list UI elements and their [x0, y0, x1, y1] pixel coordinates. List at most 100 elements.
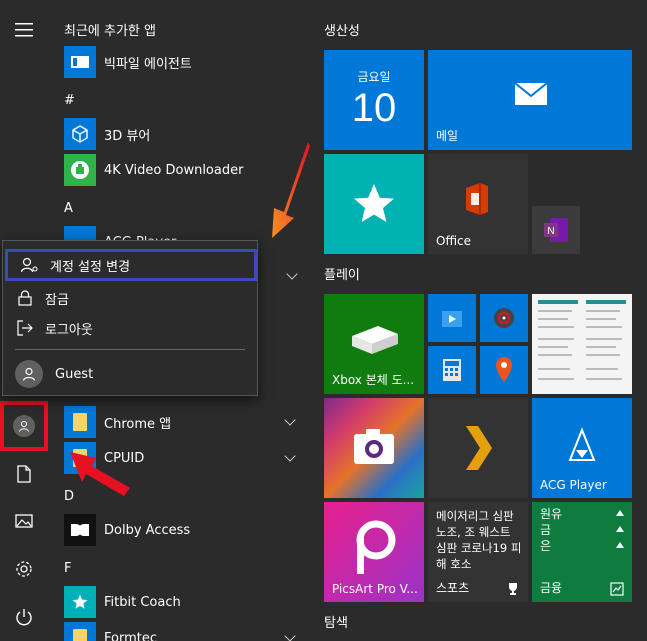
mail-icon — [514, 82, 548, 105]
map-pin-icon — [496, 357, 512, 382]
acg-player-tile[interactable]: ACG Player — [532, 398, 632, 498]
app-item-fitbit-coach[interactable]: Fitbit Coach — [64, 584, 304, 620]
folder-chrome-apps[interactable]: Chrome 앱 — [64, 404, 304, 440]
news-headline: 메이저리그 심판 노조, 조 웨스트 심판 코로나19 피해 호소 — [436, 509, 522, 571]
star-icon — [64, 586, 96, 618]
gear-icon — [16, 561, 32, 577]
group-title-play: 플레이 — [324, 268, 360, 283]
power-icon — [16, 609, 32, 626]
settings-button[interactable] — [0, 545, 48, 593]
calendar-day: 금요일 — [357, 70, 391, 84]
app-label: 빅파일 에이전트 — [104, 56, 192, 72]
camera-tile[interactable] — [324, 398, 424, 498]
account-menu: 계정 설정 변경 잠금 로그아웃 Guest — [2, 240, 258, 396]
triangle-up-icon — [616, 542, 624, 548]
finance-row: 은 — [540, 539, 552, 553]
onenote-tile[interactable]: N — [532, 206, 580, 254]
dolby-icon — [64, 514, 96, 546]
star-icon — [354, 184, 394, 222]
picture-icon — [15, 514, 33, 528]
finance-tile[interactable]: 원유 금 은 금융 — [532, 502, 632, 602]
triangle-up-icon — [616, 510, 624, 516]
documents-button[interactable] — [0, 450, 48, 498]
pictures-button[interactable] — [0, 497, 48, 545]
calendar-date: 10 — [351, 86, 397, 130]
lock-item[interactable]: 잠금 — [3, 283, 257, 313]
folder-icon — [64, 622, 96, 641]
app-label: 3D 뷰어 — [104, 128, 151, 144]
svg-text:N: N — [547, 226, 554, 237]
lock-icon — [15, 290, 35, 306]
group-title-productivity: 생산성 — [324, 24, 360, 39]
app-label: Fitbit Coach — [104, 594, 181, 610]
cube-icon — [64, 118, 96, 150]
onenote-icon: N — [544, 218, 568, 242]
triangle-up-icon — [616, 526, 624, 532]
section-header-f: F — [64, 561, 72, 576]
chevron-right-icon — [466, 426, 492, 470]
picsart-label: PicsArt Pro V... — [332, 582, 418, 596]
chart-icon — [610, 582, 624, 596]
lock-label: 잠금 — [45, 292, 69, 308]
section-header-hash: # — [64, 93, 75, 108]
guest-label: Guest — [55, 366, 94, 382]
sign-out-item[interactable]: 로그아웃 — [3, 313, 257, 343]
mail-tile[interactable]: 메일 — [428, 50, 632, 150]
guest-avatar-icon — [15, 360, 43, 388]
hamburger-icon — [15, 23, 33, 37]
annotation-arrow-icon — [70, 452, 130, 496]
chevron-down-icon — [284, 414, 296, 426]
movies-tile[interactable] — [428, 294, 476, 342]
section-header-a: A — [64, 201, 73, 216]
mail-label: 메일 — [436, 129, 459, 143]
finance-row: 금 — [540, 523, 552, 537]
news-tile[interactable]: 메이저리그 심판 노조, 조 웨스트 심판 코로나19 피해 호소 스포츠 — [428, 502, 528, 602]
tile-area: 생산성 금요일 10 메일 Office N 플레이 Xbox 본체 도... — [310, 0, 647, 641]
folder-formtec[interactable]: Formtec — [64, 620, 304, 641]
app-label: 4K Video Downloader — [104, 162, 244, 178]
xbox-label: Xbox 본체 도... — [332, 373, 415, 387]
hamburger-menu-button[interactable] — [0, 6, 48, 54]
menu-divider — [15, 349, 245, 350]
office-icon — [466, 183, 488, 215]
app-item-bigfile-agent[interactable]: 빅파일 에이전트 — [64, 44, 304, 80]
4k-downloader-icon — [64, 154, 96, 186]
document-icon — [17, 465, 31, 483]
user-gear-icon — [20, 257, 40, 273]
picsart-icon — [356, 520, 396, 574]
finance-row: 원유 — [540, 507, 563, 521]
picsart-tile[interactable]: PicsArt Pro V... — [324, 502, 424, 602]
app-label: Formtec — [104, 630, 157, 641]
plex-tile[interactable] — [428, 398, 528, 498]
sign-out-label: 로그아웃 — [45, 322, 93, 338]
groove-tile[interactable] — [480, 294, 528, 342]
music-disc-icon — [494, 308, 514, 328]
document-preview-tile[interactable] — [532, 294, 632, 394]
office-label: Office — [436, 234, 472, 248]
trophy-icon — [509, 583, 517, 595]
annotation-arrow-icon — [272, 142, 310, 238]
guest-account-item[interactable]: Guest — [3, 357, 257, 391]
calculator-tile[interactable] — [428, 346, 476, 394]
folder-icon — [64, 406, 96, 438]
star-app-tile[interactable] — [324, 154, 424, 254]
play-icon — [442, 311, 462, 327]
user-account-button[interactable] — [0, 401, 48, 451]
calculator-icon — [443, 359, 461, 381]
news-label: 스포츠 — [436, 581, 470, 595]
office-tile[interactable]: Office — [428, 154, 528, 254]
user-avatar-icon — [13, 415, 35, 437]
power-button[interactable] — [0, 593, 48, 641]
app-item-dolby-access[interactable]: Dolby Access — [64, 512, 304, 548]
chevron-down-icon — [284, 450, 296, 462]
change-account-settings-item[interactable]: 계정 설정 변경 — [5, 249, 257, 281]
xbox-tile[interactable]: Xbox 본체 도... — [324, 294, 424, 394]
maps-tile[interactable] — [480, 346, 528, 394]
app-label: Chrome 앱 — [104, 416, 172, 432]
calendar-tile[interactable]: 금요일 10 — [324, 50, 424, 150]
xbox-console-icon — [352, 326, 398, 354]
section-header-recent: 최근에 추가한 앱 — [64, 24, 156, 39]
change-account-settings-label: 계정 설정 변경 — [50, 259, 131, 275]
document-preview-icon — [538, 300, 626, 380]
chevron-down-icon[interactable] — [286, 268, 298, 280]
